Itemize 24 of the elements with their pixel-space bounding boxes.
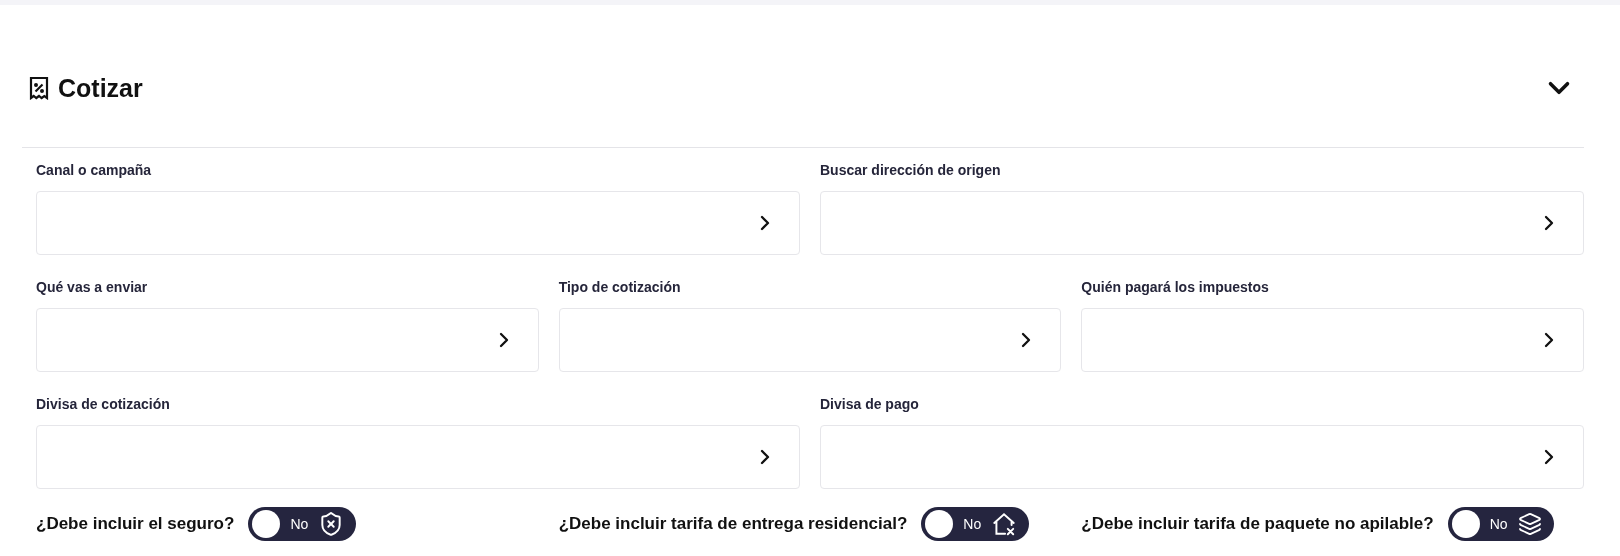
select-field[interactable] [820,191,1584,255]
select-field[interactable] [36,308,539,372]
toggle-question: ¿Debe incluir tarifa de entrega residencial? [558,514,908,534]
field-label: Quién pagará los impuestos [1081,279,1270,295]
toggle-switch[interactable]: No [248,507,357,541]
toggle-switch[interactable]: No [921,507,1030,541]
toggle-switch[interactable]: No [1447,507,1554,541]
select-field[interactable] [820,425,1584,489]
section-title: Cotizar [58,73,143,103]
toggle-question: ¿Debe incluir tarifa de paquete no apilable? [1081,514,1434,534]
field-label: Buscar dirección de origen [820,162,1002,178]
select-field[interactable] [1081,308,1584,372]
layers-icon [1517,512,1542,536]
select-field[interactable] [36,425,800,489]
select-field[interactable] [558,308,1062,372]
field-label: Tipo de cotización [558,279,682,295]
field-label: Divisa de cotización [36,396,171,412]
receipt-percent-icon [28,76,50,100]
field-label: Divisa de pago [820,396,920,412]
select-field[interactable] [36,191,800,255]
house-x-icon [991,511,1018,537]
field-label: Qué vas a enviar [36,279,149,295]
toggle-question: ¿Debe incluir el seguro? [36,514,235,534]
field-label: Canal o campaña [36,162,153,178]
